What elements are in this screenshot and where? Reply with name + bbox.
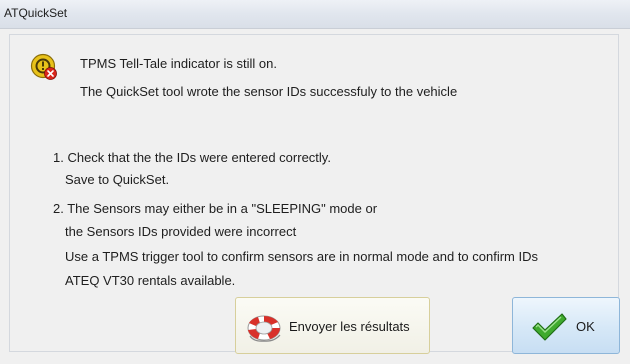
- instruction-2-line-1: 2. The Sensors may either be in a "SLEEP…: [53, 201, 378, 216]
- message-line-2: The QuickSet tool wrote the sensor IDs s…: [80, 84, 458, 99]
- green-checkmark-icon: [532, 313, 567, 341]
- tpms-warning-icon: [30, 53, 57, 80]
- quickset-dialog: ATQuickSet TPMS Tell-Tale indicator is s…: [0, 0, 630, 364]
- lifebuoy-icon: [247, 315, 281, 342]
- instruction-2-line-4: ATEQ VT30 rentals available.: [65, 273, 236, 288]
- message-line-1: TPMS Tell-Tale indicator is still on.: [80, 56, 277, 71]
- instruction-1-line-2: Save to QuickSet.: [65, 172, 170, 187]
- ok-label: OK: [576, 319, 595, 334]
- window-title: ATQuickSet: [4, 6, 68, 20]
- send-results-label: Envoyer les résultats: [289, 319, 410, 334]
- instruction-1-line-1: 1. Check that the the IDs were entered c…: [53, 150, 331, 165]
- title-bar[interactable]: ATQuickSet: [0, 0, 630, 29]
- send-results-button[interactable]: Envoyer les résultats: [235, 297, 430, 354]
- ok-button[interactable]: OK: [512, 297, 620, 354]
- instruction-2-line-3: Use a TPMS trigger tool to confirm senso…: [65, 249, 539, 264]
- instruction-2-line-2: the Sensors IDs provided were incorrect: [65, 224, 297, 239]
